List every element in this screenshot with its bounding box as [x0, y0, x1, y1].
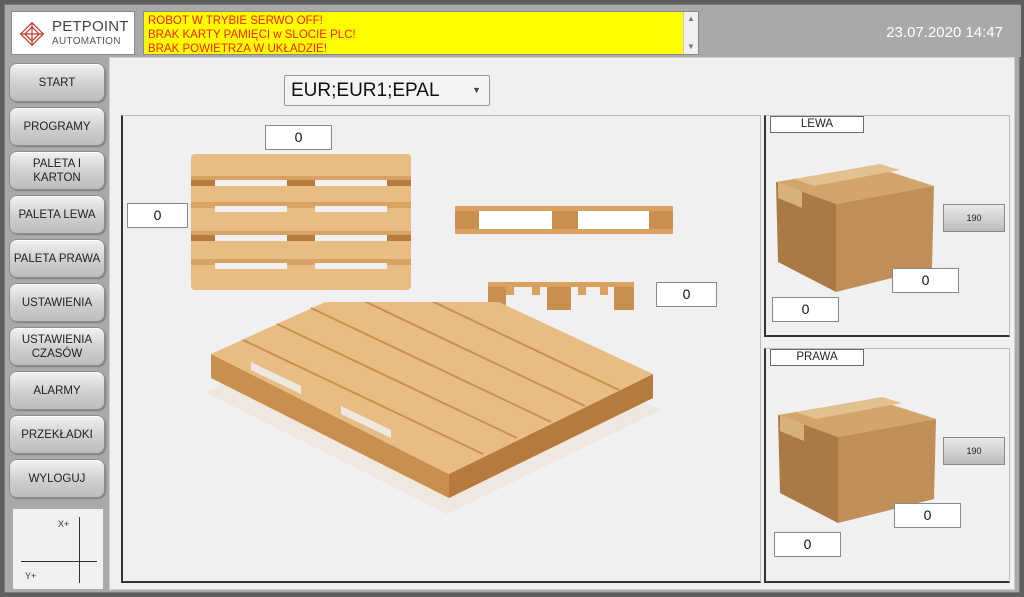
pallet-top-view-image [191, 154, 411, 290]
sidebar-nav: START PROGRAMY PALETA I KARTON PALETA LE… [5, 57, 109, 594]
nav-paleta-prawa-button[interactable]: PALETA PRAWA [9, 239, 105, 278]
nav-wyloguj-button[interactable]: WYLOGUJ [9, 459, 105, 498]
company-logo: PETPOINT AUTOMATION [11, 11, 135, 55]
alarm-scrollbar[interactable]: ▲ ▼ [683, 12, 698, 54]
scroll-up-icon[interactable]: ▲ [687, 14, 695, 23]
pallet-type-value: EUR;EUR1;EPAL [291, 80, 440, 101]
brand-subtitle: AUTOMATION [52, 36, 121, 47]
pallet-side-view-image [455, 206, 673, 234]
nav-start-button[interactable]: START [9, 63, 105, 102]
box-left-value-button[interactable]: 190 [943, 204, 1005, 232]
nav-przekladki-button[interactable]: PRZEKŁADKI [9, 415, 105, 454]
box-right-value-button[interactable]: 190 [943, 437, 1005, 465]
nav-paleta-karton-button[interactable]: PALETA I KARTON [9, 151, 105, 190]
nav-ustawienia-czasow-button[interactable]: USTAWIENIA CZASÓW [9, 327, 105, 366]
scroll-down-icon[interactable]: ▼ [687, 42, 695, 51]
datetime-display: 23.07.2020 14:47 [886, 24, 1003, 41]
box-right-panel: PRAWA 190 0 0 [764, 348, 1010, 583]
pallet-width-input[interactable]: 0 [265, 125, 332, 150]
pallet-length-input[interactable]: 0 [127, 203, 188, 228]
box-left-panel: LEWA 190 0 0 [764, 115, 1010, 337]
alarm-message: BRAK KARTY PAMIĘCI w SLOCIE PLC! [148, 29, 356, 41]
axis-horizontal-line [21, 561, 97, 562]
hmi-window: PETPOINT AUTOMATION ROBOT W TRYBIE SERWO… [4, 4, 1021, 594]
pallet-3d-image [205, 302, 661, 514]
nav-programy-button[interactable]: PROGRAMY [9, 107, 105, 146]
axis-x-label: X+ [58, 519, 70, 529]
nav-ustawienia-button[interactable]: USTAWIENIA [9, 283, 105, 322]
main-content: EUR;EUR1;EPAL ▼ 0 0 0 LEWA 190 0 0 PRAWA… [109, 57, 1015, 590]
box-left-width-input[interactable]: 0 [892, 268, 959, 293]
pallet-height-input[interactable]: 0 [656, 282, 717, 307]
pallet-type-select[interactable]: EUR;EUR1;EPAL ▼ [284, 75, 490, 106]
axis-indicator: X+ Y+ [13, 509, 103, 589]
box-right-title: PRAWA [770, 349, 864, 366]
box-left-title: LEWA [770, 116, 864, 133]
brand-name: PETPOINT [52, 18, 129, 35]
axis-vertical-line [79, 517, 80, 583]
alarm-list[interactable]: ROBOT W TRYBIE SERWO OFF! BRAK KARTY PAM… [143, 11, 699, 55]
box-left-length-input[interactable]: 0 [772, 297, 839, 322]
pallet-panel: 0 0 0 [121, 115, 761, 583]
box-right-width-input[interactable]: 0 [894, 503, 961, 528]
axis-y-label: Y+ [25, 571, 37, 581]
nav-alarmy-button[interactable]: ALARMY [9, 371, 105, 410]
nav-paleta-lewa-button[interactable]: PALETA LEWA [9, 195, 105, 234]
box-right-length-input[interactable]: 0 [774, 532, 841, 557]
chevron-down-icon[interactable]: ▼ [472, 85, 481, 95]
alarm-message: BRAK POWIETRZA W UKŁADZIE! [148, 43, 327, 55]
top-bar: PETPOINT AUTOMATION ROBOT W TRYBIE SERWO… [5, 5, 1021, 57]
logo-diamond-icon [19, 21, 45, 47]
alarm-message: ROBOT W TRYBIE SERWO OFF! [148, 15, 323, 27]
